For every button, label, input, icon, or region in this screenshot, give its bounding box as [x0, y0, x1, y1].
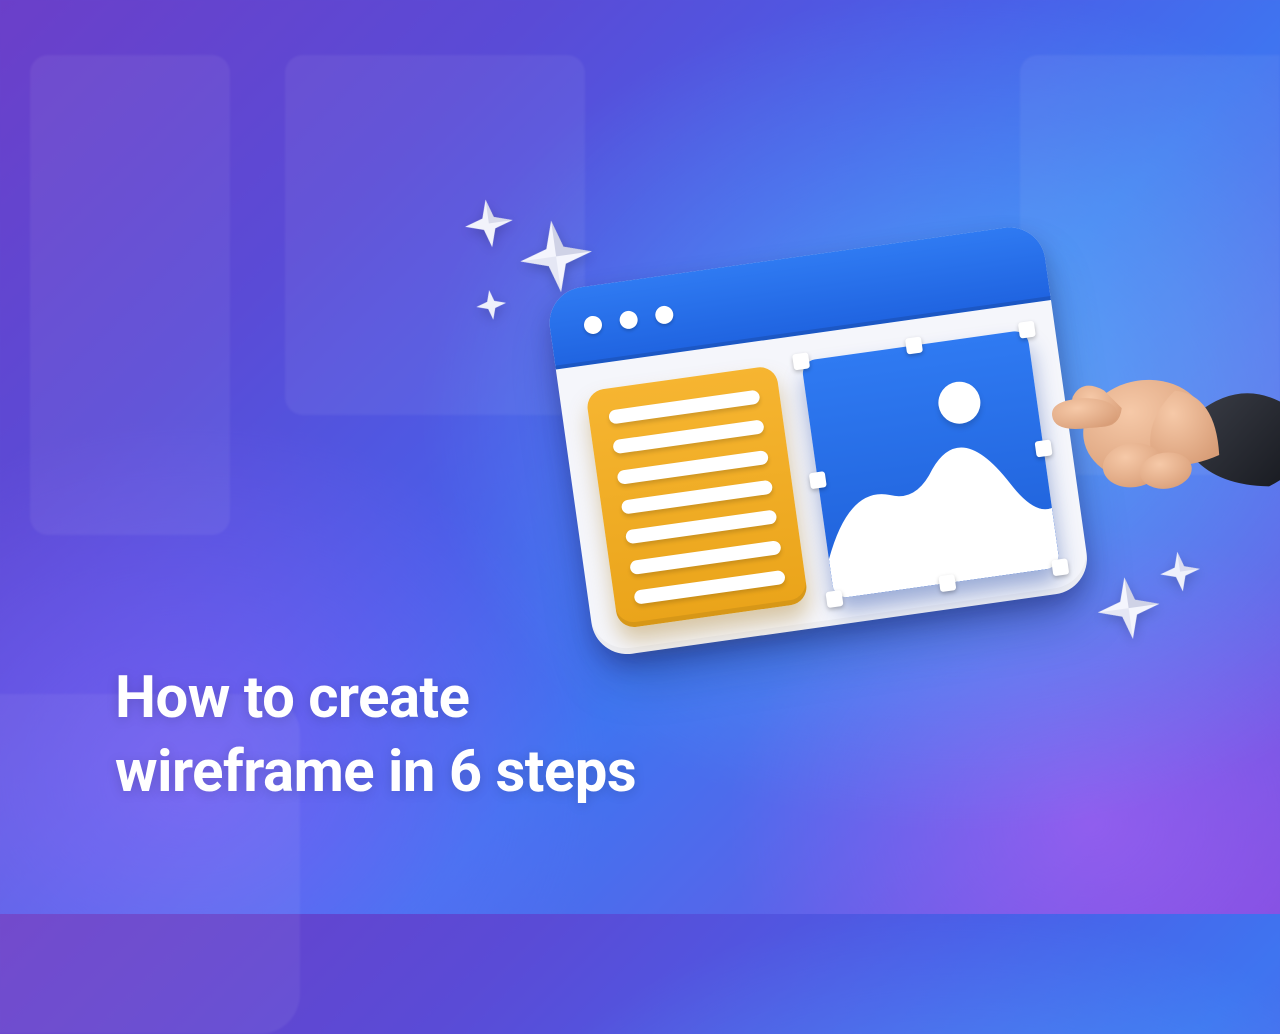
- resize-handle: [1051, 558, 1069, 576]
- resize-handle: [792, 352, 810, 370]
- window-control-dot: [618, 310, 638, 330]
- sparkle-icon: [1157, 549, 1202, 594]
- resize-handle: [938, 574, 956, 592]
- text-line: [608, 390, 760, 425]
- sparkle-icon: [462, 196, 516, 250]
- text-block-graphic: [585, 365, 809, 629]
- text-line: [621, 480, 773, 515]
- text-line: [633, 570, 785, 605]
- resize-handle: [1018, 321, 1036, 339]
- sparkle-icon: [474, 288, 508, 322]
- image-block-graphic: [801, 330, 1060, 599]
- page-title: How to create wireframe in 6 steps: [115, 661, 636, 809]
- text-line: [629, 540, 781, 575]
- sun-icon: [936, 379, 983, 426]
- bg-panel: [30, 55, 230, 535]
- title-line-2: wireframe in 6 steps: [115, 738, 636, 806]
- text-line: [612, 420, 764, 455]
- sparkle-icon: [1094, 573, 1164, 643]
- text-line: [625, 510, 777, 545]
- title-line-1: How to create: [115, 664, 469, 732]
- resize-handle: [825, 590, 843, 608]
- resize-handle: [1035, 439, 1053, 457]
- sparkle-icon: [515, 216, 596, 297]
- window-control-dot: [654, 305, 674, 325]
- resize-handle: [905, 336, 923, 354]
- window-control-dot: [583, 315, 603, 335]
- browser-window-graphic: [545, 223, 1092, 659]
- mountains-icon: [814, 419, 1061, 599]
- text-line: [617, 450, 769, 485]
- resize-handle: [809, 471, 827, 489]
